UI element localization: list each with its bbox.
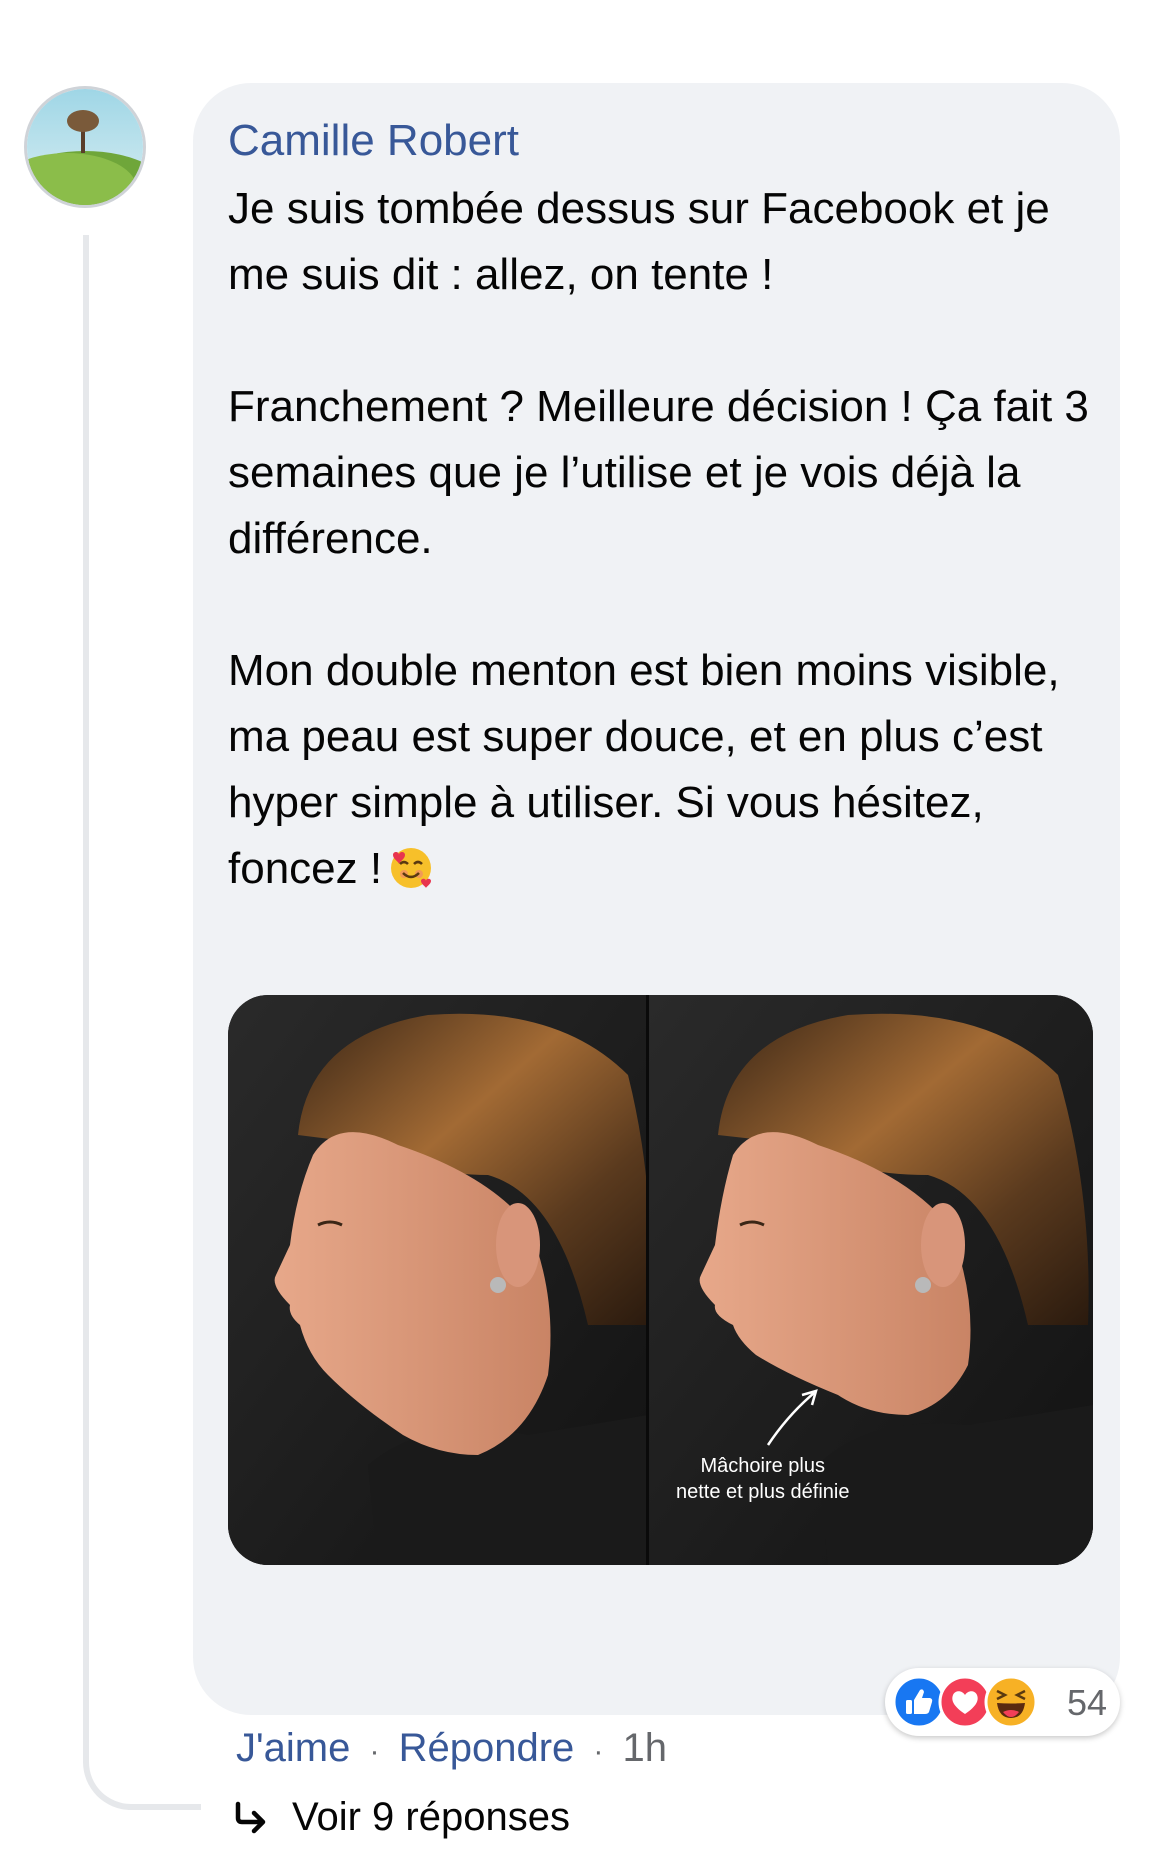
comment-timestamp[interactable]: 1h	[623, 1726, 668, 1770]
avatar-landscape-image	[27, 89, 143, 205]
smiling-face-with-hearts-icon	[391, 848, 432, 888]
view-replies-label: Voir 9 réponses	[292, 1795, 570, 1839]
photo-annotation-line-2: nette et plus définie	[676, 1481, 850, 1503]
comment-paragraph-1: Je suis tombée dessus sur Facebook et je…	[228, 184, 1050, 299]
reply-button[interactable]: Répondre	[399, 1726, 575, 1770]
view-replies-link[interactable]: Voir 9 réponses	[232, 1795, 570, 1840]
haha-icon	[984, 1675, 1038, 1729]
before-after-photo[interactable]: Mâchoire plus nette et plus définie	[228, 995, 1093, 1565]
reaction-count: 54	[1067, 1682, 1108, 1723]
avatar[interactable]	[24, 86, 146, 208]
reactions-summary[interactable]: 54	[885, 1668, 1120, 1736]
thread-connector-line	[83, 235, 201, 1810]
comment-paragraph-3: Mon double menton est bien moins visible…	[228, 638, 1098, 902]
action-separator: ·	[369, 1735, 380, 1768]
reply-arrow-icon	[235, 1801, 266, 1834]
comment-author-name[interactable]: Camille Robert	[228, 116, 519, 166]
comment-paragraph-3-text: Mon double menton est bien moins visible…	[228, 646, 1060, 893]
before-after-image	[228, 995, 1093, 1565]
photo-annotation-line-1: Mâchoire plus	[700, 1455, 825, 1477]
like-button[interactable]: J'aime	[236, 1726, 350, 1770]
comment-body: Je suis tombée dessus sur Facebook et je…	[228, 176, 1098, 902]
photo-annotation: Mâchoire plus nette et plus définie	[676, 1453, 849, 1505]
comment-paragraph-2: Franchement ? Meilleure décision ! Ça fa…	[228, 382, 1089, 563]
comment-actions: J'aime · Répondre · 1h	[236, 1726, 667, 1771]
before-panel	[228, 995, 651, 1565]
action-separator: ·	[593, 1735, 604, 1768]
